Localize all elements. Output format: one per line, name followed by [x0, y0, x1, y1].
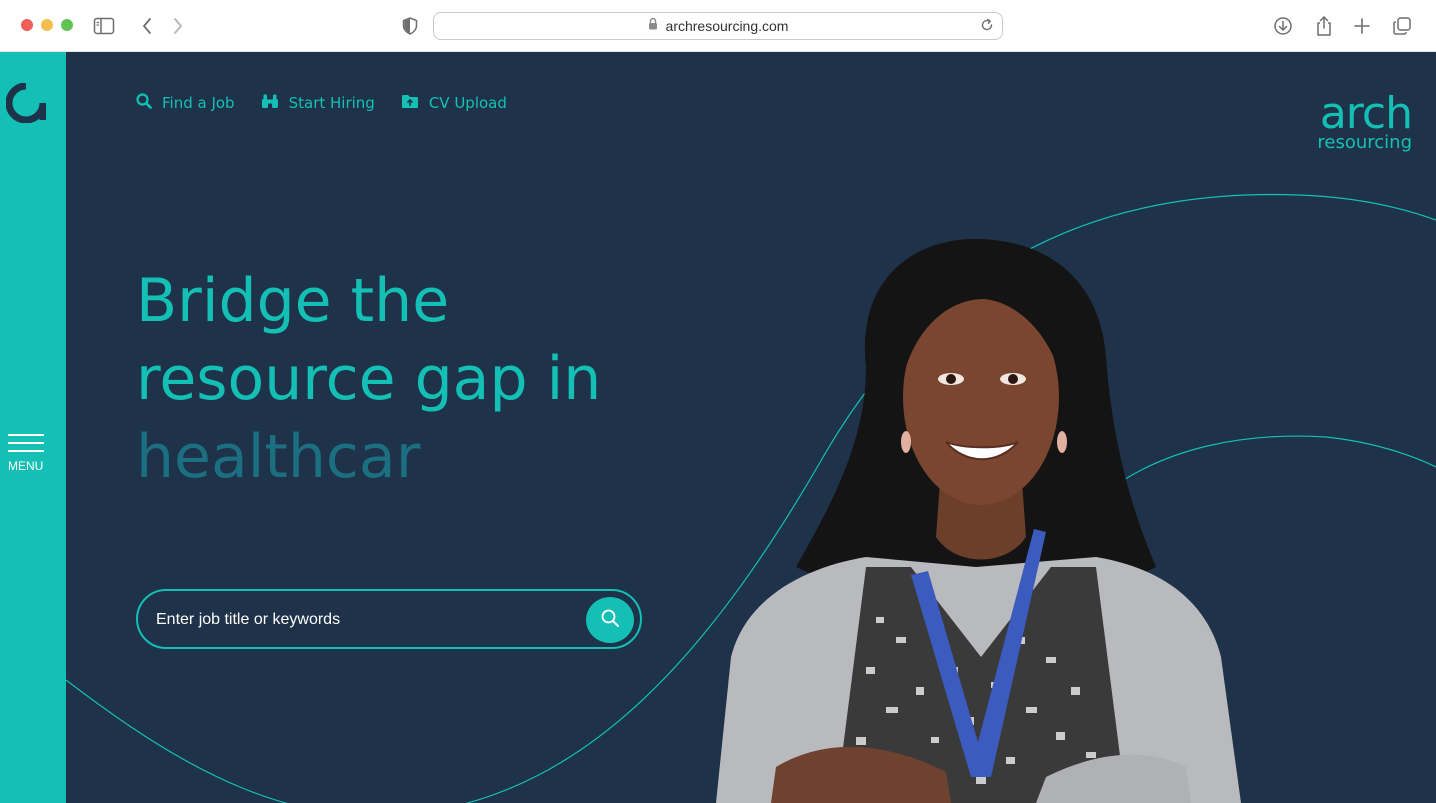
url-text: archresourcing.com: [665, 18, 789, 34]
headline-line-2: resource gap in: [136, 344, 602, 414]
nav-cv-upload[interactable]: CV Upload: [401, 93, 507, 113]
hero-section: Find a Job Start Hiring CV Upload arch r…: [66, 52, 1436, 803]
zoom-window-button[interactable]: [61, 19, 73, 31]
tab-overview-icon[interactable]: [1391, 15, 1413, 37]
job-search-bar: [136, 589, 642, 649]
menu-label: MENU: [8, 459, 44, 473]
nav-find-a-job[interactable]: Find a Job: [136, 93, 235, 113]
close-window-button[interactable]: [21, 19, 33, 31]
top-nav: Find a Job Start Hiring CV Upload: [136, 93, 507, 113]
address-bar[interactable]: archresourcing.com: [433, 12, 1003, 40]
download-icon[interactable]: [1272, 15, 1294, 37]
job-search-input[interactable]: [156, 609, 576, 631]
search-icon: [136, 93, 152, 113]
binoculars-icon: [261, 93, 279, 113]
back-icon[interactable]: [136, 15, 158, 37]
share-icon[interactable]: [1313, 15, 1335, 37]
nav-label: Find a Job: [162, 94, 235, 112]
sidebar-toggle-icon[interactable]: [93, 15, 115, 37]
search-submit-button[interactable]: [586, 597, 634, 643]
forward-icon[interactable]: [167, 15, 189, 37]
nav-start-hiring[interactable]: Start Hiring: [261, 93, 375, 113]
arch-a-logo-icon[interactable]: [5, 82, 47, 124]
minimize-window-button[interactable]: [41, 19, 53, 31]
sidebar: MENU: [0, 52, 66, 803]
shield-icon[interactable]: [399, 15, 421, 37]
headline-typed-word: healthcar: [136, 422, 421, 492]
nav-label: Start Hiring: [288, 94, 375, 112]
hero-photo-woman: [716, 238, 1241, 803]
brand-logo[interactable]: arch resourcing: [1292, 88, 1413, 156]
brand-tagline: resourcing: [1317, 132, 1412, 153]
brand-name: arch: [1319, 88, 1413, 139]
new-tab-icon[interactable]: [1351, 15, 1373, 37]
folder-upload-icon: [401, 94, 419, 113]
search-icon: [600, 608, 620, 633]
hero-headline: Bridge the resource gap in healthcar: [136, 262, 696, 496]
hamburger-icon: [8, 434, 44, 436]
reload-icon[interactable]: [980, 18, 994, 37]
browser-toolbar: archresourcing.com: [0, 0, 1436, 52]
menu-button[interactable]: MENU: [6, 432, 46, 473]
nav-label: CV Upload: [428, 94, 507, 112]
lock-icon: [648, 17, 658, 35]
headline-line-1: Bridge the: [136, 266, 450, 336]
